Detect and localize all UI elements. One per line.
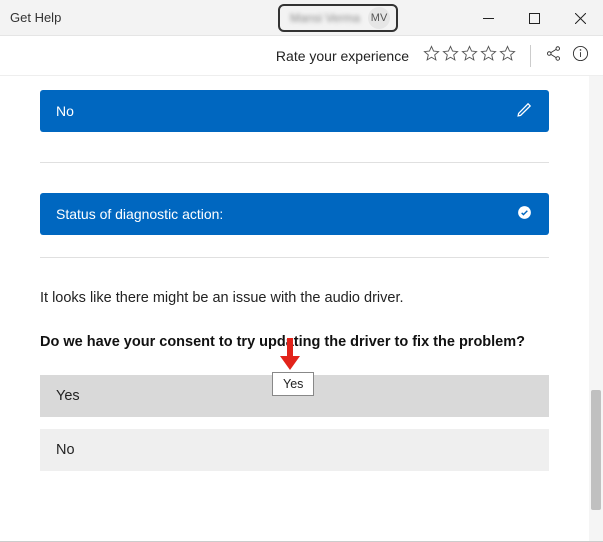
- rating-toolbar: Rate your experience: [0, 36, 603, 76]
- window-controls: [465, 0, 603, 36]
- answer-label: No: [56, 103, 74, 119]
- maximize-button[interactable]: [511, 0, 557, 36]
- scrollbar-thumb[interactable]: [591, 390, 601, 510]
- star-icon[interactable]: [442, 45, 459, 67]
- option-yes[interactable]: Yes: [40, 375, 549, 417]
- checkmark-circle-icon: [516, 204, 533, 224]
- divider: [530, 45, 531, 67]
- close-button[interactable]: [557, 0, 603, 36]
- star-icon[interactable]: [480, 45, 497, 67]
- option-label: No: [56, 442, 75, 458]
- share-icon[interactable]: [545, 45, 562, 67]
- info-icon[interactable]: [572, 45, 589, 67]
- diagnostic-message: It looks like there might be an issue wi…: [40, 288, 549, 308]
- star-icon[interactable]: [423, 45, 440, 67]
- divider: [40, 257, 549, 258]
- avatar: MV: [368, 7, 390, 29]
- star-icon[interactable]: [461, 45, 478, 67]
- minimize-button[interactable]: [465, 0, 511, 36]
- chat-content: No Status of diagnostic action: It looks…: [0, 76, 589, 541]
- scrollbar[interactable]: [589, 76, 603, 541]
- diagnostic-status-row[interactable]: Status of diagnostic action:: [40, 193, 549, 235]
- status-label: Status of diagnostic action:: [56, 206, 223, 222]
- previous-answer-no[interactable]: No: [40, 90, 549, 132]
- star-icon[interactable]: [499, 45, 516, 67]
- option-label: Yes: [56, 388, 80, 404]
- titlebar: Get Help Mansi Verma MV: [0, 0, 603, 36]
- app-title: Get Help: [10, 10, 61, 25]
- rate-label: Rate your experience: [276, 48, 409, 64]
- edit-icon[interactable]: [516, 101, 533, 121]
- divider: [40, 162, 549, 163]
- rating-stars[interactable]: [423, 45, 516, 67]
- consent-question: Do we have your consent to try updating …: [40, 332, 549, 352]
- user-name: Mansi Verma: [290, 11, 360, 25]
- user-account-pill[interactable]: Mansi Verma MV: [278, 4, 398, 32]
- option-no[interactable]: No: [40, 429, 549, 471]
